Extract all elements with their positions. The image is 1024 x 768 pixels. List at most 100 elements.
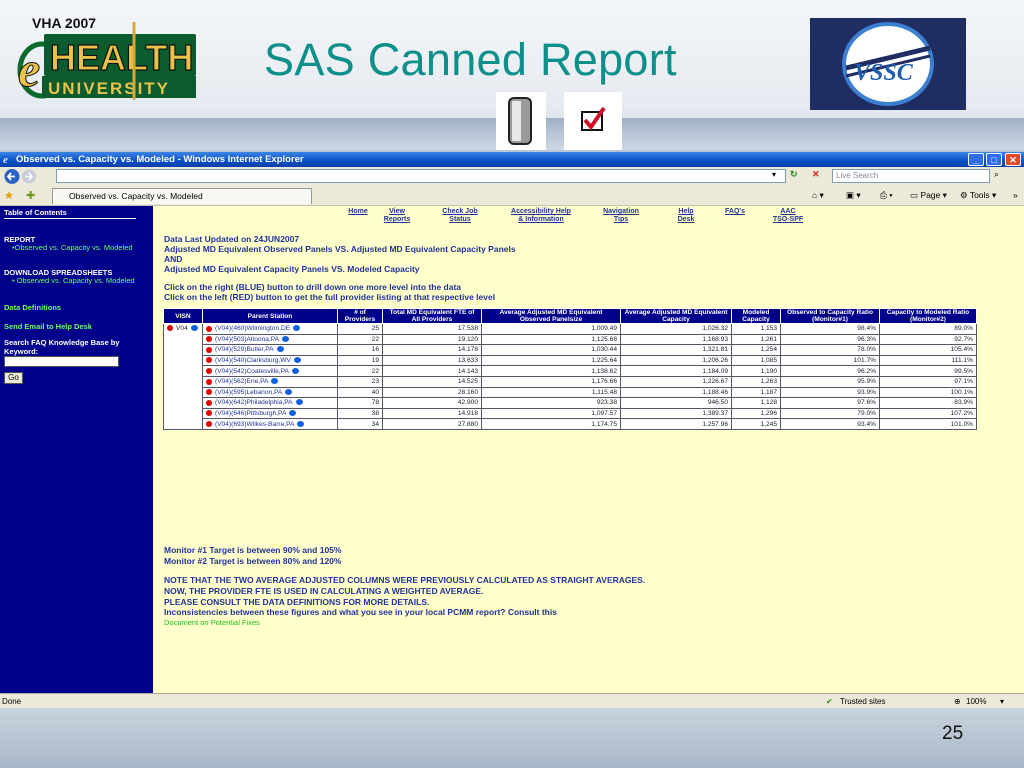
tab-observed-vs-capacity[interactable]: Observed vs. Capacity vs. Modeled (52, 188, 312, 204)
capacity-cell: 1,206.26 (620, 354, 732, 367)
modeled-cell: 1,245 (731, 418, 781, 430)
maximize-button[interactable]: □ (986, 153, 1002, 166)
modeled-cell: 1,153 (731, 323, 781, 335)
drill-down-button[interactable] (285, 388, 293, 395)
feeds-icon[interactable]: ▣ ▾ (846, 190, 861, 201)
modeled-cell: 1,085 (731, 354, 781, 367)
home-icon[interactable]: ⌂ ▾ (812, 190, 824, 201)
monitor-2-cell: 97.1% (879, 375, 977, 388)
print-icon[interactable]: ⎙ ▾ (880, 190, 893, 201)
providers-cell: 38 (337, 407, 383, 420)
close-button[interactable]: ✕ (1005, 153, 1021, 166)
fte-cell: 17.538 (382, 323, 482, 335)
address-row: ▾ ↻ ✕ Live Search ⌕ (0, 167, 1024, 186)
provider-listing-button[interactable] (206, 399, 212, 406)
nav-help-desk[interactable]: Help Desk (669, 208, 703, 224)
parent-station-cell: (V04)(540)Clarksburg,WV (202, 354, 338, 367)
text-box-shape-icon (496, 92, 546, 150)
drill-down-button[interactable] (291, 367, 299, 374)
nav-check-job-status[interactable]: Check Job Status (435, 208, 485, 224)
nav-accessibility-help[interactable]: Accessibility Help & Information (499, 208, 583, 224)
slide-title: SAS Canned Report (264, 34, 677, 85)
observed-cell: 1,176.66 (481, 375, 621, 388)
modeled-cell: 1,187 (731, 386, 781, 399)
observed-cell: 1,174.75 (481, 418, 621, 430)
window-titlebar[interactable]: e Observed vs. Capacity vs. Modeled - Wi… (0, 152, 1024, 167)
monitor-2-cell: 89.0% (879, 323, 977, 335)
provider-listing-button[interactable] (206, 378, 212, 385)
refresh-icon[interactable]: ↻ (790, 169, 798, 180)
page-menu[interactable]: ▭ Page ▾ (910, 190, 947, 201)
go-button[interactable]: Go (4, 372, 23, 384)
capacity-cell: 1,188.46 (620, 386, 732, 399)
provider-listing-button[interactable] (206, 336, 212, 343)
search-icon[interactable]: ⌕ (994, 169, 999, 180)
modeled-cell: 1,254 (731, 344, 781, 356)
slide-footer (0, 708, 1024, 768)
fte-cell: 42.900 (382, 397, 482, 409)
download-link[interactable]: • Observed vs. Capacity vs. Modeled (12, 276, 137, 286)
provider-listing-button[interactable] (206, 325, 212, 332)
providers-cell: 78 (337, 397, 383, 409)
drill-down-button[interactable] (295, 399, 303, 406)
parent-station-cell: (V04)(642)Philadelphia,PA (202, 397, 338, 409)
faq-search-input[interactable] (4, 356, 119, 367)
search-input[interactable]: Live Search (832, 169, 990, 183)
modeled-cell: 1,190 (731, 365, 781, 377)
nav-view-reports[interactable]: View Reports (379, 208, 415, 224)
add-favorite-icon[interactable]: ✚ (26, 189, 35, 202)
zoom-level[interactable]: 100% (966, 694, 986, 709)
drill-down-button[interactable] (293, 357, 301, 364)
data-definitions-link[interactable]: Data Definitions (4, 303, 61, 312)
nav-faqs[interactable]: FAQ's (719, 208, 751, 216)
window-title: Observed vs. Capacity vs. Modeled - Wind… (16, 154, 304, 165)
provider-listing-button[interactable] (206, 410, 212, 417)
address-bar[interactable] (56, 169, 786, 183)
provider-listing-button[interactable] (206, 420, 212, 427)
monitor-1-cell: 101.7% (780, 354, 880, 367)
report-table: VISN Parent Station # of Providers Total… (163, 308, 977, 430)
providers-cell: 16 (337, 344, 383, 356)
back-forward-icon[interactable] (3, 168, 47, 185)
visn-cell: V04 (163, 323, 203, 430)
monitor-1-target: Monitor #1 Target is between 90% and 105… (164, 545, 342, 555)
report-link[interactable]: •Observed vs. Capacity vs. Modeled (12, 243, 137, 253)
providers-cell: 19 (337, 354, 383, 367)
drill-down-button[interactable] (297, 420, 305, 427)
drill-down-button[interactable] (276, 346, 284, 353)
monitor-1-cell: 93.4% (780, 418, 880, 430)
provider-listing-button[interactable] (206, 357, 212, 364)
zoom-dropdown-icon[interactable]: ▾ (1000, 694, 1004, 709)
address-dropdown-icon[interactable]: ▾ (772, 170, 776, 179)
browser-window: e Observed vs. Capacity vs. Modeled - Wi… (0, 152, 1024, 709)
minimize-button[interactable]: _ (968, 153, 984, 166)
main-content: Home View Reports Check Job Status Accessi… (153, 206, 1024, 693)
nav-home[interactable]: Home (343, 208, 373, 216)
nav-navigation-tips[interactable]: Navigation Tips (595, 208, 647, 224)
stop-icon[interactable]: ✕ (812, 169, 820, 180)
observed-cell: 1,009.49 (481, 323, 621, 335)
nav-aac-tso-spf[interactable]: AAC TSO-SPF (765, 208, 811, 224)
send-email-link[interactable]: Send Email to Help Desk (4, 322, 92, 331)
monitor-1-cell: 79.0% (780, 407, 880, 420)
ehealth-university-logo: VHA 2007 HEALTH UNIVERSITY e (16, 12, 202, 104)
drill-down-button[interactable] (271, 378, 279, 385)
provider-listing-button[interactable] (206, 367, 212, 374)
favorites-star-icon[interactable]: ★ (4, 189, 14, 202)
zoom-icon[interactable]: ⊕ (954, 694, 961, 709)
table-row: (V04)(540)Clarksburg,WV 19 13.633 1,225.64 1… (164, 354, 977, 367)
drill-down-button[interactable] (293, 325, 301, 332)
toolbar-overflow-icon[interactable]: » (1013, 190, 1018, 200)
providers-cell: 22 (337, 333, 383, 346)
provider-listing-button[interactable] (167, 325, 173, 332)
drill-down-button[interactable] (289, 410, 297, 417)
provider-listing-button[interactable] (206, 346, 212, 353)
note-line-4: Inconsistencies between these figures an… (164, 607, 557, 617)
provider-listing-button[interactable] (206, 389, 212, 396)
potential-fixes-link[interactable]: Document on Potential Fixes (164, 618, 260, 627)
tools-menu[interactable]: ⚙ Tools ▾ (960, 190, 996, 201)
monitor-1-cell: 96.3% (780, 333, 880, 346)
svg-text:UNIVERSITY: UNIVERSITY (48, 79, 170, 98)
drill-down-button[interactable] (190, 325, 198, 331)
drill-down-button[interactable] (282, 335, 290, 342)
